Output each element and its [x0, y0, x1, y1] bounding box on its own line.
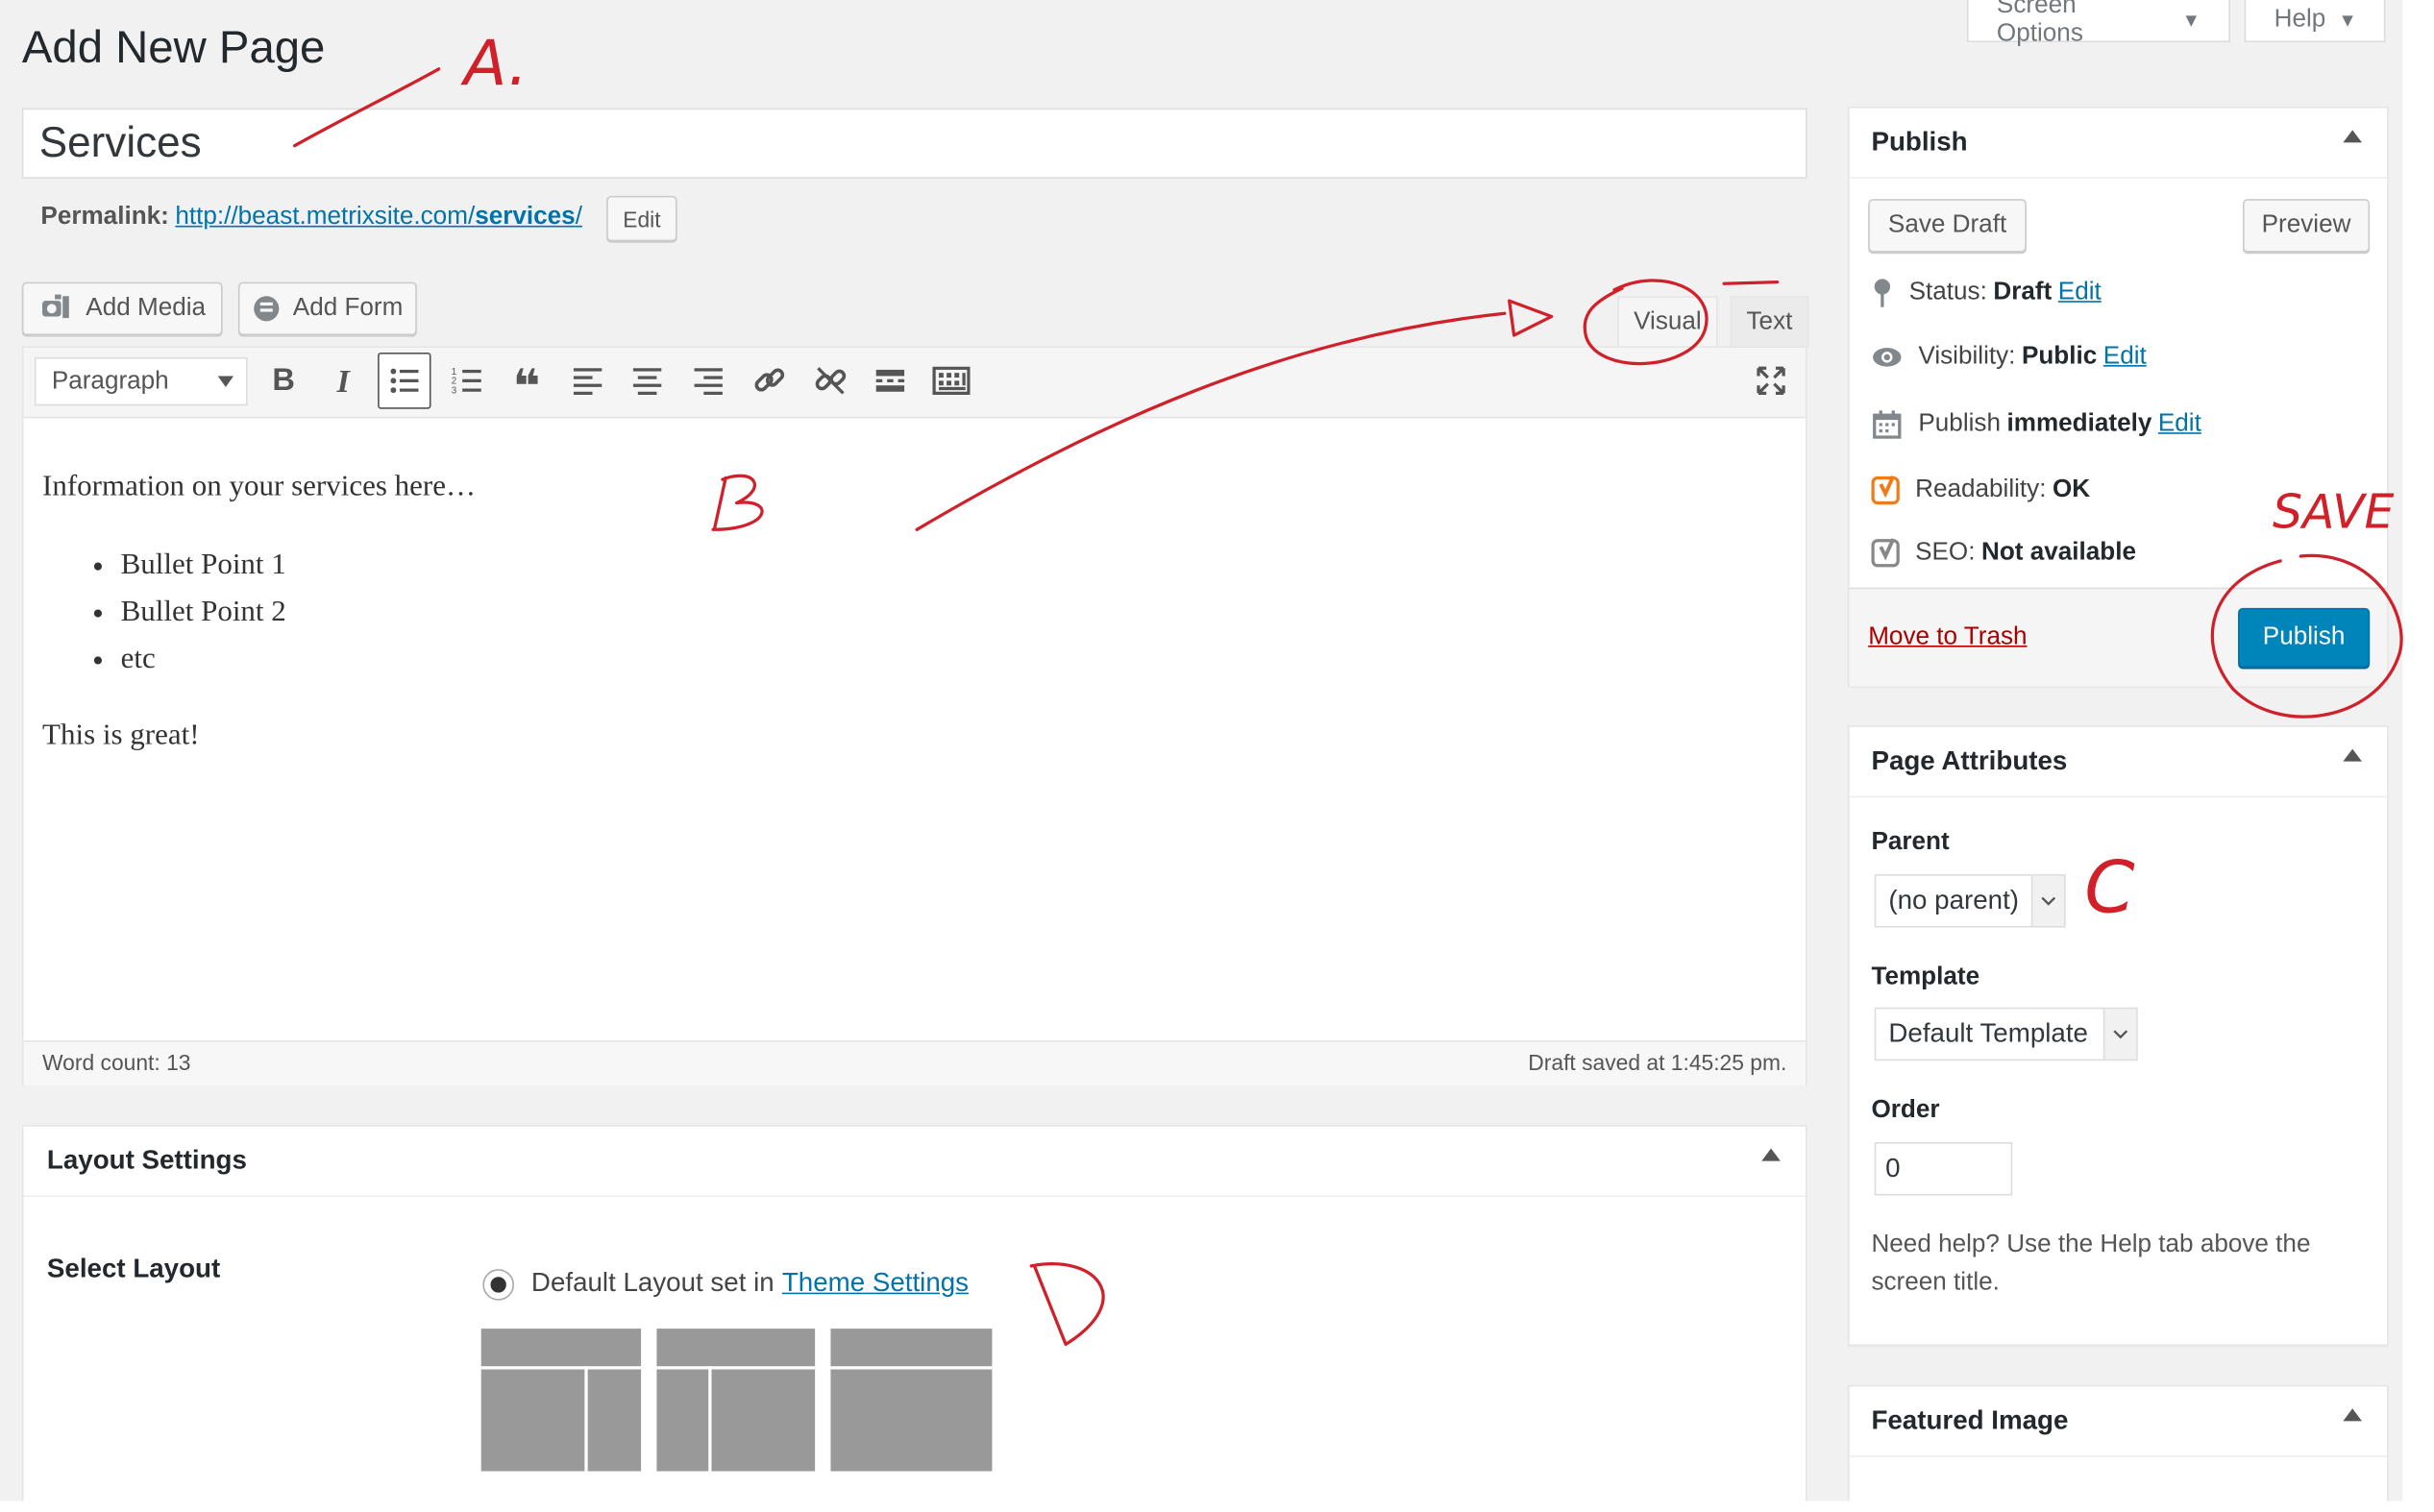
annotation-letter-b — [711, 474, 764, 531]
annotation-label-save: SAVE — [2273, 485, 2395, 540]
annotation-circle-publish — [2210, 553, 2403, 719]
screenshot-stage: Screen Options ▼ Help ▼ Add New Page Ser… — [0, 0, 2434, 1501]
annotation-arrowhead-icon — [1508, 299, 1554, 337]
annotation-dash — [1722, 280, 1780, 285]
annotation-circle-visual — [1583, 279, 1709, 366]
annotation-label-a: A. — [460, 27, 529, 100]
annotation-arrow-a — [293, 67, 441, 148]
annotation-letter-d — [1029, 1262, 1105, 1347]
annotation-arrow-b — [915, 311, 1507, 531]
annotation-label-c: C — [2084, 844, 2135, 929]
annotation-overlay: A. C SAVE — [293, 27, 2403, 1347]
